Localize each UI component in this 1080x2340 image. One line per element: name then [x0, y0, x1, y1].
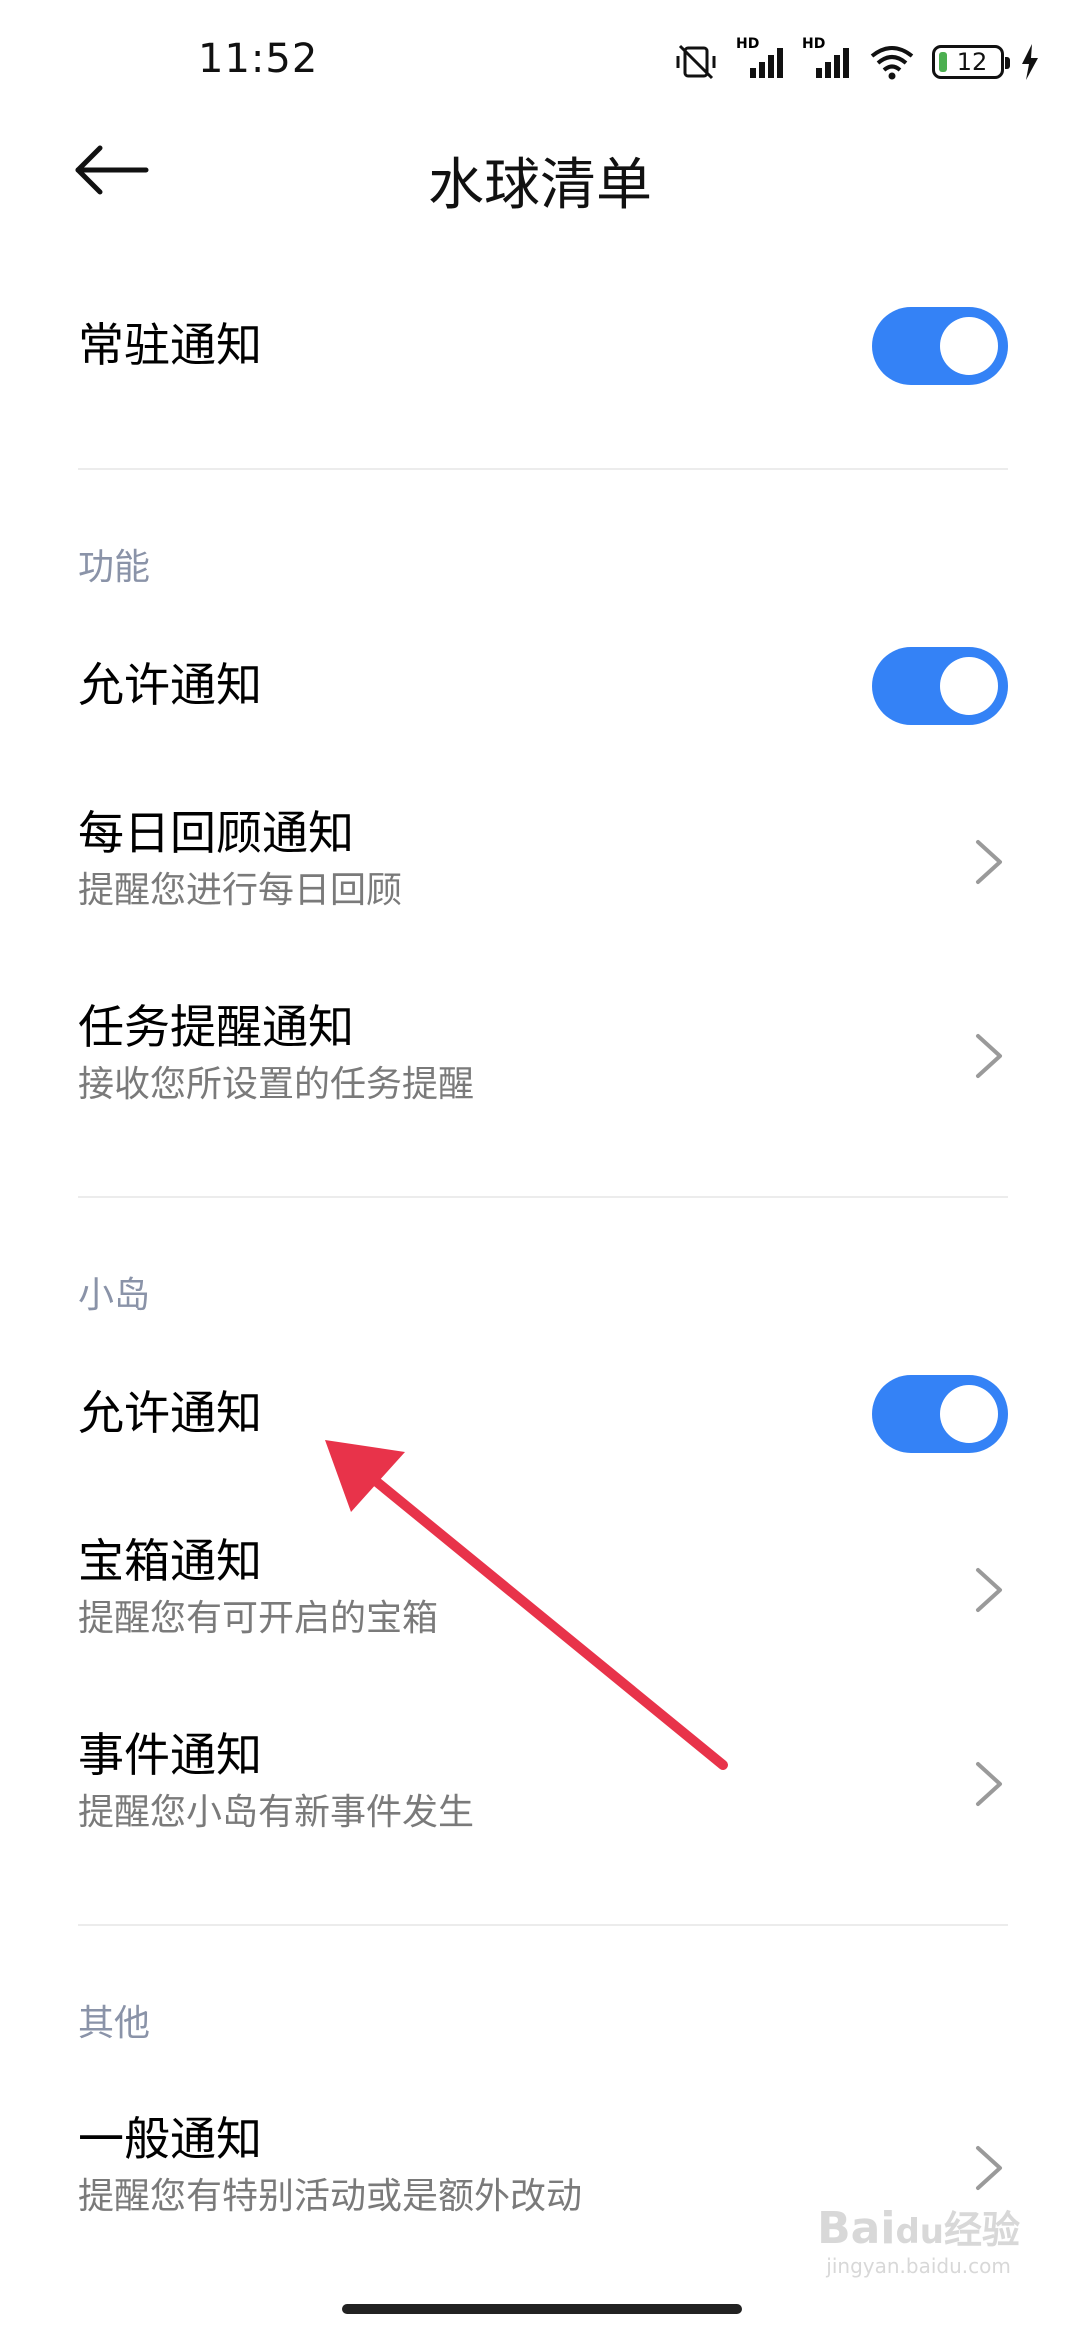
chevron-right-icon[interactable] — [974, 2144, 1004, 2192]
chevron-right-icon[interactable] — [974, 838, 1004, 886]
divider — [78, 468, 1008, 470]
setting-label: 允许通知 — [78, 658, 262, 712]
status-bar: 11:52 HD HD 12 — [0, 0, 1080, 120]
setting-description: 提醒您进行每日回顾 — [78, 870, 403, 912]
allow-island-toggle[interactable] — [872, 1375, 1008, 1453]
divider — [78, 1196, 1008, 1198]
vibrate-off-icon — [676, 44, 716, 80]
signal-1-icon: HD — [736, 36, 786, 82]
baidu-watermark: Baidu经验 jingyan.baidu.com — [817, 2203, 1020, 2278]
battery-icon: 12 — [932, 45, 1010, 79]
setting-label: 一般通知 — [78, 2112, 262, 2166]
allow-function-toggle[interactable] — [872, 647, 1008, 725]
setting-label: 宝箱通知 — [78, 1534, 262, 1588]
setting-description: 接收您所设置的任务提醒 — [78, 1064, 475, 1106]
section-heading-island: 小岛 — [78, 1275, 151, 1316]
wifi-icon — [870, 46, 914, 80]
setting-row-event[interactable]: 事件通知 提醒您小岛有新事件发生 — [78, 1728, 1008, 1834]
setting-row-persistent[interactable]: 常驻通知 — [78, 318, 1008, 373]
setting-label: 每日回顾通知 — [78, 806, 354, 860]
home-indicator[interactable] — [342, 2304, 742, 2314]
page-title: 水球清单 — [428, 153, 652, 218]
setting-label: 事件通知 — [78, 1728, 262, 1782]
section-heading-function: 功能 — [78, 547, 151, 588]
setting-label: 任务提醒通知 — [78, 1000, 354, 1054]
setting-row-task-reminder[interactable]: 任务提醒通知 接收您所设置的任务提醒 — [78, 1000, 1008, 1106]
persistent-toggle[interactable] — [872, 307, 1008, 385]
section-heading-other: 其他 — [78, 2003, 151, 2044]
status-icons: HD HD 12 — [672, 36, 1040, 84]
setting-description: 提醒您有可开启的宝箱 — [78, 1598, 439, 1640]
battery-level: 12 — [956, 48, 988, 76]
setting-row-daily-review[interactable]: 每日回顾通知 提醒您进行每日回顾 — [78, 806, 1008, 912]
setting-row-allow-function[interactable]: 允许通知 — [78, 658, 1008, 713]
chevron-right-icon[interactable] — [974, 1566, 1004, 1614]
charging-icon — [1022, 44, 1038, 80]
setting-row-treasure-box[interactable]: 宝箱通知 提醒您有可开启的宝箱 — [78, 1534, 1008, 1640]
setting-description: 提醒您小岛有新事件发生 — [78, 1792, 475, 1834]
chevron-right-icon[interactable] — [974, 1760, 1004, 1808]
setting-label: 常驻通知 — [78, 318, 262, 372]
app-header: 水球清单 — [0, 120, 1080, 220]
divider — [78, 1924, 1008, 1926]
signal-2-icon: HD — [802, 36, 852, 82]
status-time: 11:52 — [198, 36, 319, 82]
chevron-right-icon[interactable] — [974, 1032, 1004, 1080]
setting-row-allow-island[interactable]: 允许通知 — [78, 1386, 1008, 1441]
setting-label: 允许通知 — [78, 1386, 262, 1440]
